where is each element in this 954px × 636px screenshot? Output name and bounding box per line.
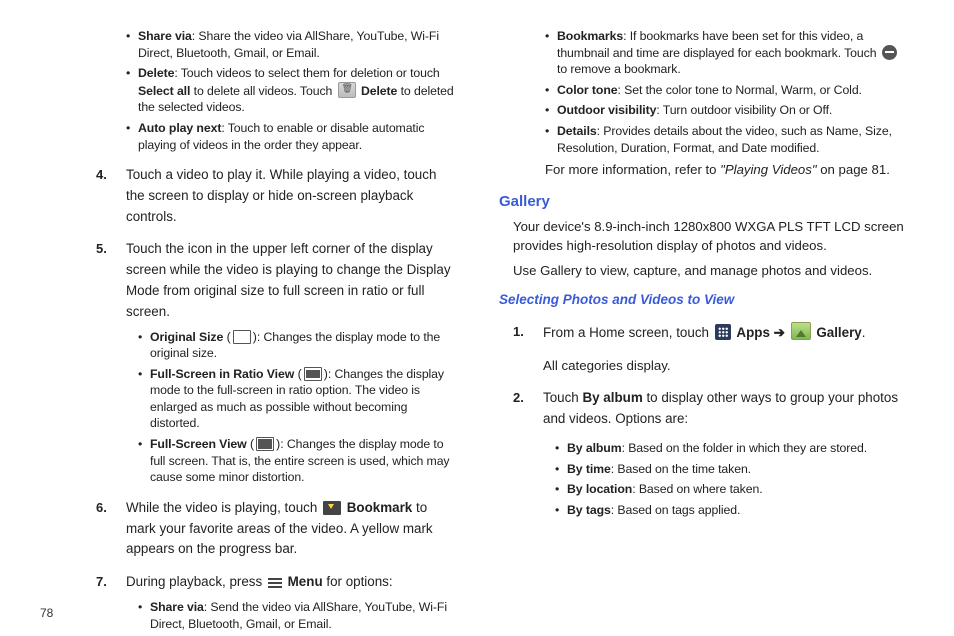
gallery-step-2: 2. Touch By album to display other ways … [513,388,904,518]
gallery-heading: Gallery [499,191,904,213]
step-4: 4. Touch a video to play it. While playi… [96,165,455,227]
term: Auto play next [138,121,221,135]
step-5: 5. Touch the icon in the upper left corn… [96,239,455,485]
page: Share via: Share the video via AllShare,… [0,0,954,636]
list-item: Share via: Share the video via AllShare,… [126,28,455,61]
bookmark-icon [323,501,341,515]
list-item: By location: Based on where taken. [555,481,904,498]
term: Share via [138,29,192,43]
list-item: Full-Screen View (): Changes the display… [138,436,455,486]
full-screen-icon [256,437,274,451]
list-item: Details: Provides details about the vide… [545,123,904,156]
arrow-icon: ➔ [774,325,785,340]
list-item: By time: Based on the time taken. [555,461,904,478]
list-item: Outdoor visibility: Turn outdoor visibil… [545,102,904,119]
apps-icon [715,324,731,340]
gallery-icon [791,322,811,340]
reference-text: For more information, refer to "Playing … [545,160,904,179]
list-item: By album: Based on the folder in which t… [555,440,904,457]
gallery-p2: Use Gallery to view, capture, and manage… [513,261,904,280]
page-number: 78 [40,605,53,622]
list-item: Bookmarks: If bookmarks have been set fo… [545,28,904,78]
gallery-p1: Your device's 8.9-inch-inch 1280x800 WXG… [513,217,904,255]
list-item: Auto play next: Touch to enable or disab… [126,120,455,153]
original-size-icon [233,330,251,344]
top-right-bullets: Bookmarks: If bookmarks have been set fo… [515,28,904,156]
intro-bullets: Share via: Share the video via AllShare,… [96,28,455,153]
list-item: Full-Screen in Ratio View (): Changes th… [138,366,455,432]
step-7: 7. During playback, press Menu for optio… [96,572,455,632]
right-column: Bookmarks: If bookmarks have been set fo… [499,22,914,626]
ratio-view-icon [304,367,322,381]
list-item: Original Size (): Changes the display mo… [138,329,455,362]
list-item: Color tone: Set the color tone to Normal… [545,82,904,99]
left-column: Share via: Share the video via AllShare,… [40,22,455,626]
menu-icon [268,577,282,589]
step-6: 6. While the video is playing, touch Boo… [96,498,455,560]
term: Delete [138,66,174,80]
list-item: Share via: Send the video via AllShare, … [138,599,455,632]
list-item: Delete: Touch videos to select them for … [126,65,455,116]
list-item: By tags: Based on tags applied. [555,502,904,519]
delete-icon [338,82,356,98]
gallery-step-1: 1. From a Home screen, touch Apps ➔ Gall… [513,322,904,376]
remove-bookmark-icon [882,45,897,60]
selecting-subheading: Selecting Photos and Videos to View [499,290,904,310]
